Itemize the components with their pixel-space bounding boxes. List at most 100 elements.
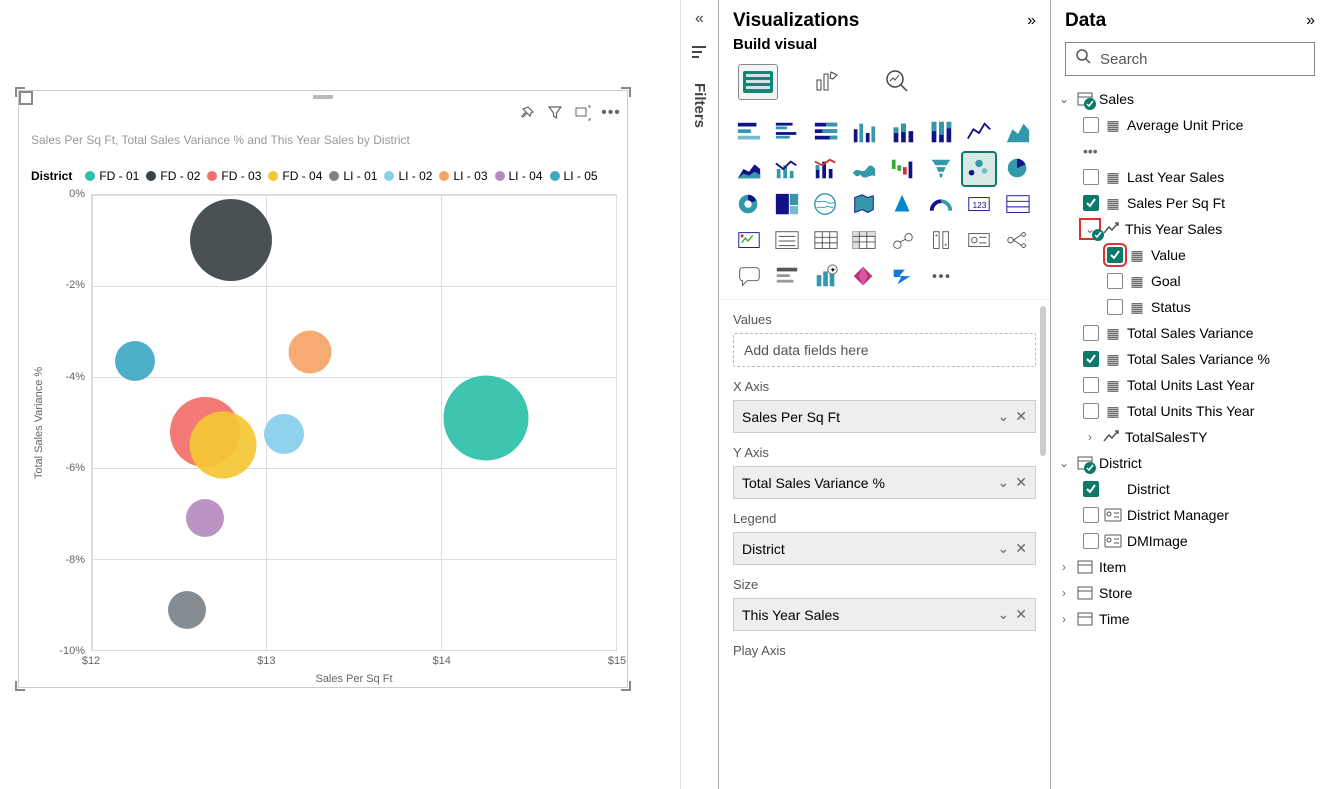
chevron-down-icon[interactable]: ⌄ (998, 474, 1010, 491)
analytics-tab[interactable] (879, 65, 917, 99)
filter-icon[interactable] (547, 105, 563, 121)
collapse-viz-icon[interactable]: » (1027, 12, 1036, 30)
bubble-fd-01[interactable] (443, 375, 528, 460)
bubble-li-01[interactable] (168, 591, 206, 629)
chevron-right-icon[interactable]: › (1057, 586, 1071, 600)
viz-type-map[interactable] (810, 189, 842, 221)
filters-label[interactable]: Filters (691, 83, 708, 128)
viz-type-table[interactable] (810, 225, 842, 257)
checkbox[interactable] (1107, 247, 1123, 263)
checkbox[interactable] (1107, 273, 1123, 289)
legend-item[interactable]: LI - 05 (550, 169, 598, 183)
checkbox[interactable] (1083, 195, 1099, 211)
focus-mode-icon[interactable] (575, 105, 591, 121)
legend-item[interactable]: FD - 04 (268, 169, 322, 183)
remove-field-icon[interactable]: ✕ (1015, 474, 1027, 491)
checkbox[interactable] (1083, 117, 1099, 133)
viz-type-power-automate[interactable] (887, 261, 919, 293)
field-tys-status[interactable]: ▦ Status (1057, 294, 1319, 320)
viz-type-paginated[interactable]: ✦ (810, 261, 842, 293)
viz-type-funnel[interactable] (925, 153, 957, 185)
viz-type-stacked-bar-100[interactable] (810, 117, 842, 149)
field-district-manager[interactable]: District Manager (1057, 502, 1319, 528)
viz-type-stacked-column[interactable] (887, 117, 919, 149)
viz-type-multi-card[interactable] (1002, 189, 1034, 221)
more-options-icon[interactable]: ••• (603, 105, 619, 121)
checkbox[interactable] (1083, 533, 1099, 549)
viz-type-qa[interactable] (733, 261, 765, 293)
checkbox[interactable] (1083, 377, 1099, 393)
report-canvas[interactable]: ••• Sales Per Sq Ft, Total Sales Varianc… (0, 0, 680, 789)
viz-type-kpi[interactable] (733, 225, 765, 257)
viz-type-donut[interactable] (733, 189, 765, 221)
legend-item[interactable]: FD - 02 (146, 169, 200, 183)
legend-item[interactable]: FD - 03 (207, 169, 261, 183)
viz-type-azure-map[interactable] (887, 189, 919, 221)
x-axis-field-pill[interactable]: Sales Per Sq Ft ⌄✕ (733, 400, 1036, 433)
viz-type-line-clustered[interactable] (771, 153, 803, 185)
viz-type-clustered-column[interactable] (848, 117, 880, 149)
legend-field-pill[interactable]: District ⌄✕ (733, 532, 1036, 565)
legend-item[interactable]: LI - 02 (384, 169, 432, 183)
viz-type-stacked-column-100[interactable] (925, 117, 957, 149)
bubble-li-02[interactable] (264, 414, 304, 454)
viz-type-matrix[interactable] (848, 225, 880, 257)
viz-type-gauge[interactable] (925, 189, 957, 221)
viz-type-waterfall[interactable] (887, 153, 919, 185)
chevron-right-icon[interactable]: › (1057, 560, 1071, 574)
values-well[interactable]: Add data fields here (733, 333, 1036, 367)
checkbox[interactable] (1083, 481, 1099, 497)
table-item[interactable]: › Item (1057, 554, 1319, 580)
bubble-li-03[interactable] (289, 330, 332, 373)
chevron-right-icon[interactable]: › (1057, 612, 1071, 626)
chevron-right-icon[interactable]: › (1083, 430, 1097, 444)
remove-field-icon[interactable]: ✕ (1015, 540, 1027, 557)
more-icon[interactable]: ••• (1057, 138, 1319, 164)
search-input[interactable]: Search (1065, 42, 1315, 76)
viz-type-decomposition[interactable] (1002, 225, 1034, 257)
format-visual-tab[interactable] (809, 65, 847, 99)
viz-type-clustered-bar[interactable] (771, 117, 803, 149)
viz-type-py-visual[interactable] (925, 225, 957, 257)
field-district[interactable]: District (1057, 476, 1319, 502)
checkbox[interactable] (1083, 403, 1099, 419)
chevron-down-icon[interactable]: ⌄ (998, 408, 1010, 425)
viz-type-pie[interactable] (1002, 153, 1034, 185)
pin-icon[interactable] (519, 105, 535, 121)
expand-filters-icon[interactable]: « (695, 10, 704, 28)
viz-type-filled-map[interactable] (848, 189, 880, 221)
chevron-down-icon[interactable]: ⌄ (1057, 456, 1071, 470)
checkbox[interactable] (1083, 351, 1099, 367)
field-total-units-this-year[interactable]: ▦ Total Units This Year (1057, 398, 1319, 424)
field-this-year-sales[interactable]: ⌄ This Year Sales (1057, 216, 1319, 242)
viz-type-ribbon[interactable] (848, 153, 880, 185)
viz-type-slicer[interactable] (771, 225, 803, 257)
field-tys-goal[interactable]: ▦ Goal (1057, 268, 1319, 294)
table-time[interactable]: › Time (1057, 606, 1319, 632)
viz-type-power-apps[interactable] (848, 261, 880, 293)
viz-type-narrative[interactable] (771, 261, 803, 293)
field-tys-value[interactable]: ▦ Value (1057, 242, 1319, 268)
plot-area[interactable]: Total Sales Variance % Sales Per Sq Ft 0… (91, 194, 617, 651)
remove-field-icon[interactable]: ✕ (1015, 408, 1027, 425)
viz-type-card[interactable]: 123 (963, 189, 995, 221)
field-total-sales-ty[interactable]: › TotalSalesTY (1057, 424, 1319, 450)
legend-item[interactable]: LI - 04 (495, 169, 543, 183)
viz-type-area[interactable] (1002, 117, 1034, 149)
viz-type-treemap[interactable] (771, 189, 803, 221)
viz-type-stacked-bar[interactable] (733, 117, 765, 149)
chevron-down-icon[interactable]: ⌄ (998, 540, 1010, 557)
viz-type-more[interactable] (925, 261, 957, 293)
checkbox[interactable] (1083, 507, 1099, 523)
checkbox[interactable] (1107, 299, 1123, 315)
bubble-fd-02[interactable] (190, 199, 272, 281)
viz-type-scatter[interactable] (963, 153, 995, 185)
remove-field-icon[interactable]: ✕ (1015, 606, 1027, 623)
table-store[interactable]: › Store (1057, 580, 1319, 606)
y-axis-field-pill[interactable]: Total Sales Variance % ⌄✕ (733, 466, 1036, 499)
legend-item[interactable]: FD - 01 (85, 169, 139, 183)
checkbox[interactable] (1083, 169, 1099, 185)
legend-item[interactable]: LI - 03 (439, 169, 487, 183)
collapse-data-icon[interactable]: » (1306, 12, 1315, 30)
field-dm-image[interactable]: DMImage (1057, 528, 1319, 554)
